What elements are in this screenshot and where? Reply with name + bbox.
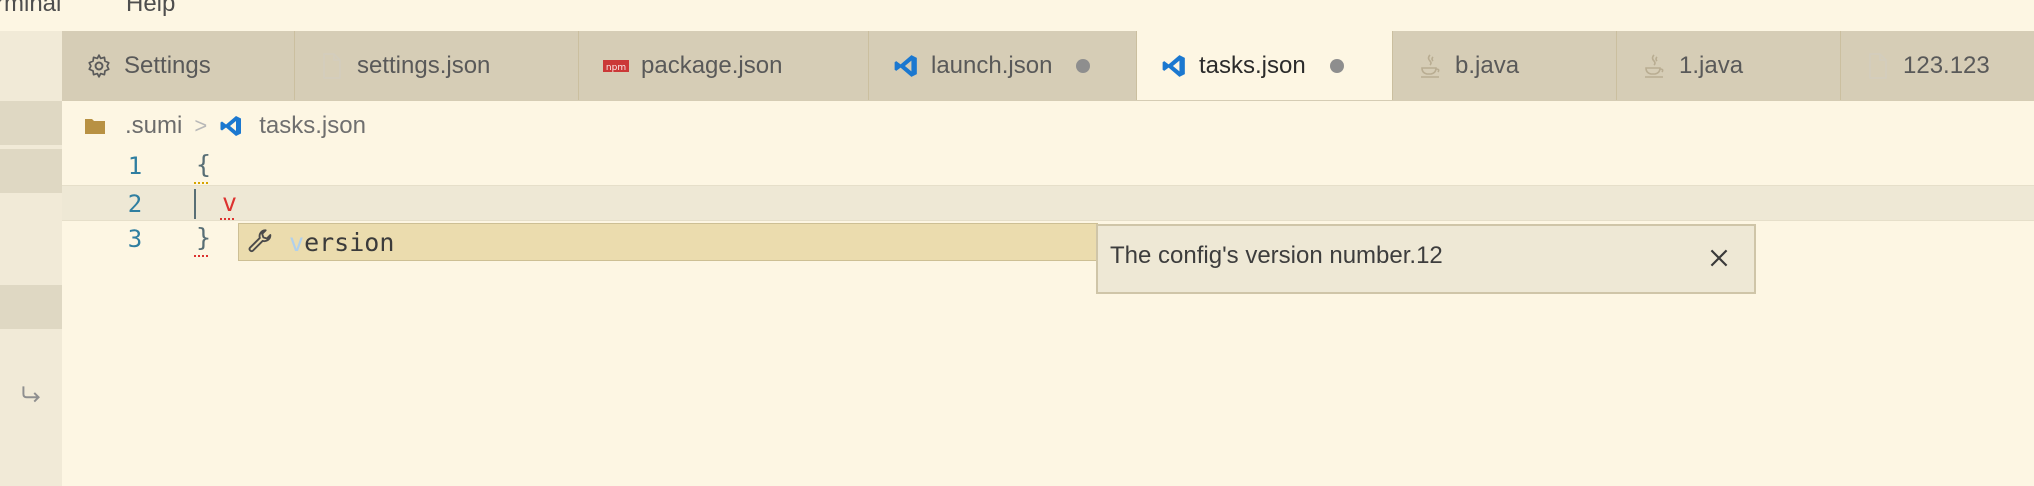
tab-label: package.json bbox=[641, 51, 783, 79]
tab-launch-json[interactable]: launch.json bbox=[869, 31, 1137, 100]
tab-settings[interactable]: Settings bbox=[62, 31, 295, 100]
breadcrumb-separator: > bbox=[194, 113, 208, 138]
suggestion-label: version bbox=[289, 228, 394, 257]
editor-tabs: Settings settings.json npm package.json … bbox=[62, 31, 2034, 101]
npm-icon: npm bbox=[603, 53, 629, 79]
file-icon bbox=[319, 52, 345, 79]
tab-label: 123.123 bbox=[1903, 51, 1990, 79]
menu-bar: rminal Help bbox=[0, 0, 2034, 31]
tab-label: b.java bbox=[1455, 51, 1520, 79]
suggestion-item[interactable]: version bbox=[238, 223, 1098, 261]
menu-terminal[interactable]: rminal bbox=[0, 0, 61, 18]
tab-tasks-json[interactable]: tasks.json bbox=[1137, 31, 1393, 100]
close-icon[interactable] bbox=[1706, 245, 1732, 271]
breadcrumb-folder[interactable]: .sumi bbox=[125, 112, 182, 140]
activity-item[interactable] bbox=[0, 149, 62, 193]
tab-b-java[interactable]: b.java bbox=[1393, 31, 1617, 100]
breadcrumb: .sumi > tasks.json bbox=[62, 104, 2034, 148]
line-number: 2 bbox=[127, 190, 143, 218]
tab-label: settings.json bbox=[357, 51, 491, 79]
code-text: v bbox=[222, 188, 238, 217]
details-text: The config's version number.12 bbox=[1110, 242, 1443, 269]
file-icon bbox=[1865, 52, 1891, 79]
code-editor[interactable]: 1 { 2 v 3 } bbox=[62, 148, 2034, 486]
activity-item[interactable] bbox=[0, 285, 62, 329]
code-line-current[interactable]: 2 v bbox=[62, 185, 2034, 221]
svg-text:npm: npm bbox=[606, 63, 626, 73]
code-text: { bbox=[196, 150, 212, 179]
warning-squiggle bbox=[194, 178, 208, 184]
return-arrow-icon[interactable] bbox=[18, 381, 44, 407]
vscode-icon bbox=[893, 53, 919, 79]
tab-label: Settings bbox=[124, 51, 211, 79]
wrench-icon bbox=[248, 229, 272, 253]
tab-package-json[interactable]: npm package.json bbox=[579, 31, 869, 100]
unsaved-dot-icon[interactable] bbox=[1076, 58, 1091, 73]
breadcrumb-file[interactable]: tasks.json bbox=[259, 112, 366, 140]
tab-label: 1.java bbox=[1679, 51, 1744, 79]
activity-bar bbox=[0, 31, 62, 486]
suggestion-rest: ersion bbox=[304, 227, 395, 257]
unsaved-dot-icon[interactable] bbox=[1329, 58, 1344, 73]
activity-item[interactable] bbox=[0, 101, 62, 145]
error-squiggle bbox=[194, 251, 208, 257]
tab-settings-json[interactable]: settings.json bbox=[295, 31, 579, 100]
code-line[interactable]: 1 { bbox=[62, 148, 2034, 184]
gear-icon bbox=[86, 53, 112, 79]
vscode-icon bbox=[220, 116, 242, 136]
error-squiggle bbox=[220, 214, 234, 220]
tab-label: launch.json bbox=[931, 51, 1053, 79]
tab-label: tasks.json bbox=[1199, 51, 1306, 79]
java-icon bbox=[1417, 53, 1443, 79]
folder-icon bbox=[85, 119, 105, 134]
tab-123-123[interactable]: 123.123 bbox=[1841, 31, 2034, 100]
vscode-icon bbox=[1161, 53, 1187, 79]
text-cursor bbox=[194, 189, 196, 219]
line-number: 1 bbox=[127, 152, 143, 180]
code-text: } bbox=[196, 223, 212, 252]
suggestion-match: v bbox=[289, 227, 305, 257]
menu-help[interactable]: Help bbox=[126, 0, 175, 18]
java-icon bbox=[1641, 53, 1667, 79]
suggestion-details: The config's version number.12 bbox=[1096, 224, 1756, 294]
line-number: 3 bbox=[127, 225, 143, 253]
tab-1-java[interactable]: 1.java bbox=[1617, 31, 1841, 100]
